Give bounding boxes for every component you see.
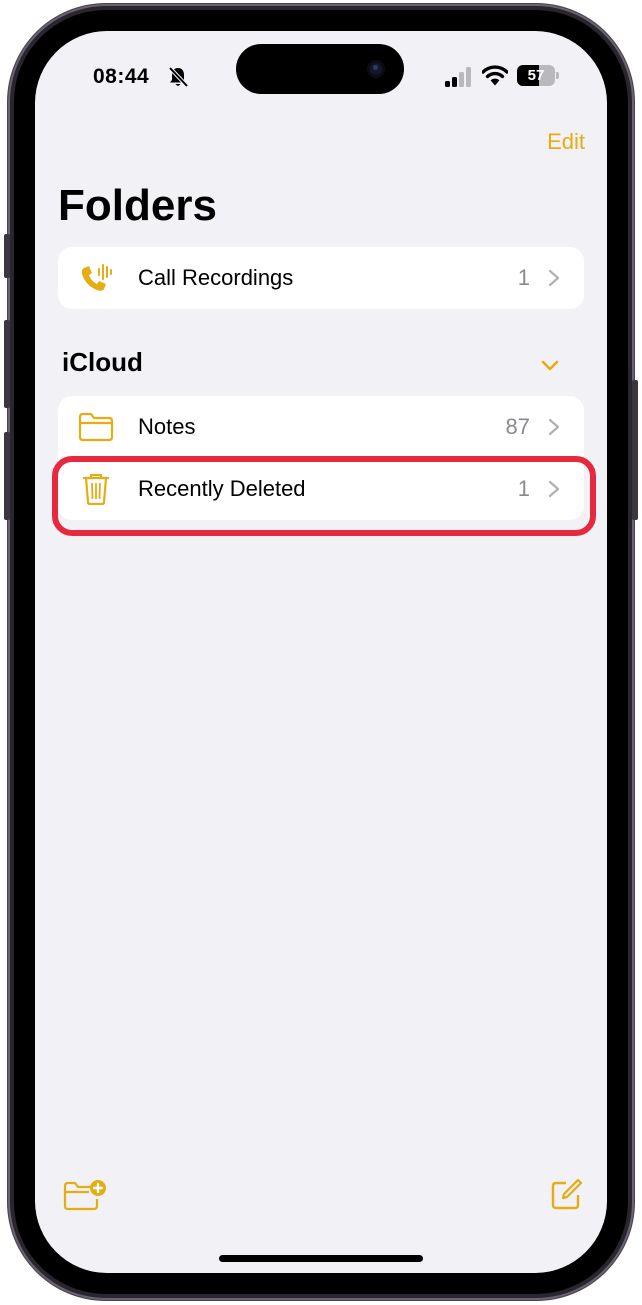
section-title-icloud: iCloud — [62, 347, 143, 377]
volume-up-button — [4, 320, 10, 408]
edit-button[interactable]: Edit — [547, 129, 585, 155]
wifi-icon — [482, 65, 508, 86]
folder-icon — [78, 412, 114, 442]
battery-cap — [556, 72, 559, 79]
bell-slash-icon — [168, 66, 189, 88]
chevron-down-icon[interactable] — [540, 359, 560, 373]
home-indicator[interactable] — [219, 1255, 423, 1262]
power-button — [632, 380, 638, 520]
front-camera — [367, 60, 385, 78]
chevron-right-icon — [548, 418, 560, 436]
folder-label: Call Recordings — [138, 265, 294, 290]
folder-count: 87 — [505, 414, 530, 439]
battery-level: 57 — [527, 67, 545, 84]
folder-count: 1 — [517, 265, 530, 290]
screen: 08:44 57 Edit Folders Call Recordings 1 … — [35, 31, 607, 1273]
recently-deleted-highlight — [52, 456, 596, 536]
volume-down-button — [4, 432, 10, 520]
cellular-signal-icon — [445, 67, 471, 87]
page-title: Folders — [58, 181, 217, 230]
folder-row-notes[interactable]: Notes 87 — [58, 396, 584, 458]
new-folder-icon[interactable] — [63, 1179, 107, 1211]
status-time: 08:44 — [93, 65, 150, 88]
phone-waveform-icon — [81, 264, 112, 291]
battery-icon: 57 — [517, 65, 555, 86]
folder-row-call-recordings[interactable]: Call Recordings 1 — [58, 247, 584, 309]
chevron-right-icon — [548, 269, 560, 287]
action-button — [4, 234, 10, 278]
compose-icon[interactable] — [550, 1177, 584, 1211]
pinned-folders-list: Call Recordings 1 — [58, 247, 584, 309]
folder-label: Notes — [138, 414, 196, 439]
